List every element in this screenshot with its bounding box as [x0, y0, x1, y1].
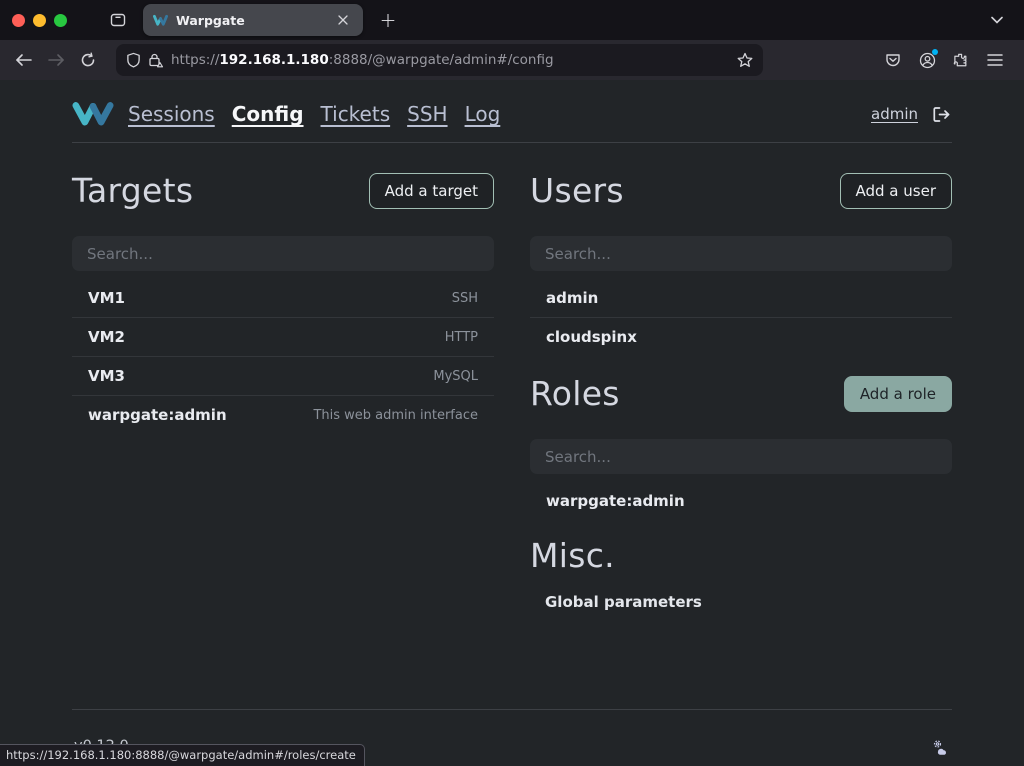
- roles-list: warpgate:admin: [530, 482, 952, 520]
- lock-warning-icon[interactable]: [147, 52, 163, 68]
- users-section: Users Add a user admin cloudspinx: [530, 171, 952, 356]
- url-text: https://192.168.1.180:8888/@warpgate/adm…: [171, 52, 737, 68]
- account-icon[interactable]: [912, 45, 942, 75]
- target-row[interactable]: VM2 HTTP: [72, 318, 494, 357]
- url-bar[interactable]: https://192.168.1.180:8888/@warpgate/adm…: [116, 44, 763, 76]
- warpgate-admin-page: Sessions Config Tickets SSH Log admin: [0, 80, 1024, 766]
- users-search-input[interactable]: [530, 236, 952, 271]
- browser-tab[interactable]: Warpgate: [143, 4, 363, 36]
- global-parameters-link[interactable]: Global parameters: [530, 593, 952, 611]
- firefox-view-icon[interactable]: [103, 5, 133, 35]
- tracking-shield-icon[interactable]: [126, 52, 141, 68]
- target-row[interactable]: VM1 SSH: [72, 279, 494, 318]
- nav-tickets[interactable]: Tickets: [321, 102, 391, 126]
- target-row[interactable]: warpgate:admin This web admin interface: [72, 396, 494, 434]
- zoom-window-button[interactable]: [54, 14, 67, 27]
- site-header: Sessions Config Tickets SSH Log admin: [72, 80, 952, 142]
- nav-config[interactable]: Config: [232, 102, 304, 126]
- misc-section: Misc. Global parameters: [530, 536, 952, 611]
- browser-window: Warpgate +: [0, 0, 1024, 766]
- menu-hamburger-icon[interactable]: [980, 45, 1010, 75]
- targets-title: Targets: [72, 171, 193, 210]
- close-tab-icon[interactable]: [333, 10, 353, 30]
- current-user-link[interactable]: admin: [871, 105, 918, 123]
- minimize-window-button[interactable]: [33, 14, 46, 27]
- roles-title: Roles: [530, 374, 620, 413]
- add-user-button[interactable]: Add a user: [840, 173, 953, 209]
- roles-section: Roles Add a role warpgate:admin: [530, 374, 952, 520]
- right-column: Users Add a user admin cloudspinx: [530, 155, 952, 611]
- misc-title: Misc.: [530, 536, 615, 575]
- role-row[interactable]: warpgate:admin: [530, 482, 952, 520]
- targets-section: Targets Add a target VM1 SSH VM2 HTTP: [72, 155, 494, 611]
- header-divider: [72, 142, 952, 143]
- back-button[interactable]: [8, 45, 40, 75]
- bookmark-star-icon[interactable]: [737, 52, 753, 68]
- close-window-button[interactable]: [12, 14, 25, 27]
- browser-toolbar: https://192.168.1.180:8888/@warpgate/adm…: [0, 40, 1024, 80]
- pocket-icon[interactable]: [878, 45, 908, 75]
- new-tab-button[interactable]: +: [373, 5, 403, 35]
- window-controls: [12, 14, 67, 27]
- roles-search-input[interactable]: [530, 439, 952, 474]
- users-title: Users: [530, 171, 624, 210]
- nav-sessions[interactable]: Sessions: [128, 102, 215, 126]
- main-nav: Sessions Config Tickets SSH Log: [128, 102, 500, 126]
- targets-search-input[interactable]: [72, 236, 494, 271]
- gears-cloud-icon[interactable]: [931, 738, 950, 755]
- status-bar-link-preview: https://192.168.1.180:8888/@warpgate/adm…: [0, 744, 365, 766]
- target-row[interactable]: VM3 MySQL: [72, 357, 494, 396]
- extensions-puzzle-icon[interactable]: [946, 45, 976, 75]
- user-row[interactable]: admin: [530, 279, 952, 318]
- list-tabs-chevron-icon[interactable]: [982, 5, 1012, 35]
- warpgate-logo-icon: [72, 100, 114, 128]
- logout-icon[interactable]: [930, 103, 952, 125]
- forward-button[interactable]: [40, 45, 72, 75]
- tab-title: Warpgate: [176, 13, 333, 28]
- targets-list: VM1 SSH VM2 HTTP VM3 MySQL warpgate:ad: [72, 279, 494, 434]
- reload-button[interactable]: [72, 45, 104, 75]
- nav-ssh[interactable]: SSH: [407, 102, 447, 126]
- users-list: admin cloudspinx: [530, 279, 952, 356]
- tab-bar: Warpgate +: [0, 0, 1024, 40]
- nav-log[interactable]: Log: [465, 102, 501, 126]
- user-row[interactable]: cloudspinx: [530, 318, 952, 356]
- add-role-button[interactable]: Add a role: [844, 376, 952, 412]
- favicon-warpgate-icon: [153, 14, 168, 27]
- add-target-button[interactable]: Add a target: [369, 173, 494, 209]
- account-notification-badge: [932, 49, 938, 55]
